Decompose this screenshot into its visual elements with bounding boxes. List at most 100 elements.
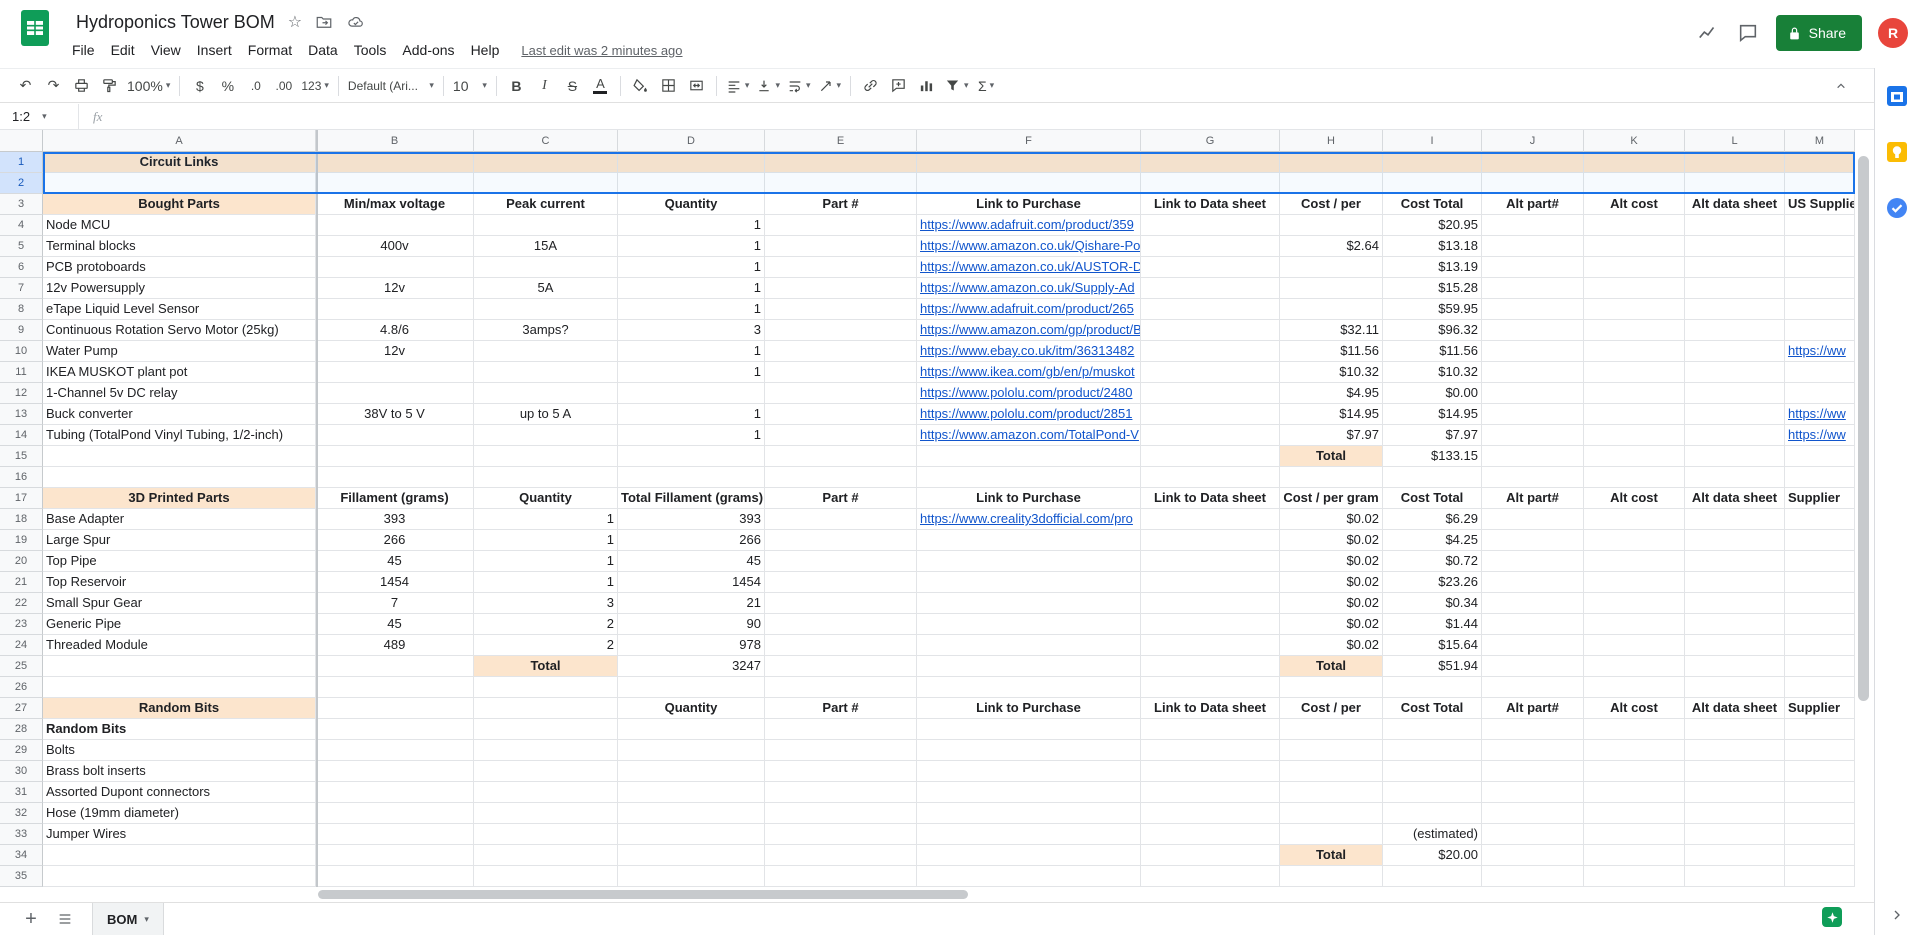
cell-A15[interactable]: [43, 446, 316, 467]
cell-G9[interactable]: [1141, 320, 1280, 341]
menu-insert[interactable]: Insert: [189, 39, 240, 61]
menu-file[interactable]: File: [64, 39, 103, 61]
cell-G16[interactable]: [1141, 467, 1280, 488]
cell-E30[interactable]: [765, 761, 917, 782]
cell-D33[interactable]: [618, 824, 765, 845]
cell-G24[interactable]: [1141, 635, 1280, 656]
cell-C13[interactable]: up to 5 A: [474, 404, 618, 425]
row-header-9[interactable]: 9: [0, 320, 43, 341]
cell-F5[interactable]: https://www.amazon.co.uk/Qishare-Po: [917, 236, 1141, 257]
cell-D18[interactable]: 393: [618, 509, 765, 530]
cell-G3[interactable]: Link to Data sheet: [1141, 194, 1280, 215]
cell-M5[interactable]: [1785, 236, 1855, 257]
cell-I17[interactable]: Cost Total: [1383, 488, 1482, 509]
cell-L4[interactable]: [1685, 215, 1785, 236]
cell-F8[interactable]: https://www.adafruit.com/product/265: [917, 299, 1141, 320]
cell-M22[interactable]: [1785, 593, 1855, 614]
cell-I7[interactable]: $15.28: [1383, 278, 1482, 299]
cell-I32[interactable]: [1383, 803, 1482, 824]
cell-K28[interactable]: [1584, 719, 1685, 740]
vertical-scrollbar[interactable]: [1858, 154, 1869, 887]
cell-H10[interactable]: $11.56: [1280, 341, 1383, 362]
cell-B32[interactable]: [316, 803, 474, 824]
bold-button[interactable]: B: [503, 73, 530, 99]
cell-L23[interactable]: [1685, 614, 1785, 635]
cell-E12[interactable]: [765, 383, 917, 404]
cell-K6[interactable]: [1584, 257, 1685, 278]
cell-E35[interactable]: [765, 866, 917, 887]
cell-A10[interactable]: Water Pump: [43, 341, 316, 362]
cell-C2[interactable]: [474, 173, 618, 194]
cell-B1[interactable]: [316, 152, 474, 173]
add-sheet-button[interactable]: +: [16, 908, 46, 931]
cell-K2[interactable]: [1584, 173, 1685, 194]
cell-J35[interactable]: [1482, 866, 1584, 887]
cell-K18[interactable]: [1584, 509, 1685, 530]
cell-J32[interactable]: [1482, 803, 1584, 824]
cell-L15[interactable]: [1685, 446, 1785, 467]
cell-D2[interactable]: [618, 173, 765, 194]
cell-C21[interactable]: 1: [474, 572, 618, 593]
cell-G20[interactable]: [1141, 551, 1280, 572]
cell-F24[interactable]: [917, 635, 1141, 656]
cell-K25[interactable]: [1584, 656, 1685, 677]
column-header-I[interactable]: I: [1383, 130, 1482, 152]
tasks-icon[interactable]: [1885, 196, 1909, 220]
cell-M34[interactable]: [1785, 845, 1855, 866]
cell-L12[interactable]: [1685, 383, 1785, 404]
more-formats-button[interactable]: 123 ▾: [298, 73, 332, 99]
keep-icon[interactable]: [1885, 140, 1909, 164]
row-header-29[interactable]: 29: [0, 740, 43, 761]
cell-J14[interactable]: [1482, 425, 1584, 446]
cell-H1[interactable]: [1280, 152, 1383, 173]
cell-J10[interactable]: [1482, 341, 1584, 362]
cell-F1[interactable]: [917, 152, 1141, 173]
cell-B5[interactable]: 400v: [316, 236, 474, 257]
row-header-11[interactable]: 11: [0, 362, 43, 383]
cell-A35[interactable]: [43, 866, 316, 887]
cell-F2[interactable]: [917, 173, 1141, 194]
paint-format-button[interactable]: [96, 73, 123, 99]
cell-I4[interactable]: $20.95: [1383, 215, 1482, 236]
cell-L16[interactable]: [1685, 467, 1785, 488]
cell-D28[interactable]: [618, 719, 765, 740]
cell-K4[interactable]: [1584, 215, 1685, 236]
column-header-B[interactable]: B: [316, 130, 474, 152]
cell-B18[interactable]: 393: [316, 509, 474, 530]
cell-I27[interactable]: Cost Total: [1383, 698, 1482, 719]
cell-B4[interactable]: [316, 215, 474, 236]
cell-I16[interactable]: [1383, 467, 1482, 488]
cell-E2[interactable]: [765, 173, 917, 194]
cell-J22[interactable]: [1482, 593, 1584, 614]
cell-C31[interactable]: [474, 782, 618, 803]
cell-J26[interactable]: [1482, 677, 1584, 698]
cell-I33[interactable]: (estimated): [1383, 824, 1482, 845]
cell-A20[interactable]: Top Pipe: [43, 551, 316, 572]
borders-button[interactable]: [655, 73, 682, 99]
select-all-corner[interactable]: [0, 130, 43, 152]
cell-I34[interactable]: $20.00: [1383, 845, 1482, 866]
last-edit-link[interactable]: Last edit was 2 minutes ago: [521, 43, 682, 58]
cell-C10[interactable]: [474, 341, 618, 362]
cell-J29[interactable]: [1482, 740, 1584, 761]
cell-C33[interactable]: [474, 824, 618, 845]
row-header-15[interactable]: 15: [0, 446, 43, 467]
cell-H34[interactable]: Total: [1280, 845, 1383, 866]
cell-J2[interactable]: [1482, 173, 1584, 194]
cell-B9[interactable]: 4.8/6: [316, 320, 474, 341]
cell-E33[interactable]: [765, 824, 917, 845]
cell-I1[interactable]: [1383, 152, 1482, 173]
cell-H23[interactable]: $0.02: [1280, 614, 1383, 635]
cloud-saved-icon[interactable]: [346, 13, 366, 31]
cell-C35[interactable]: [474, 866, 618, 887]
text-color-button[interactable]: A: [587, 73, 614, 99]
cell-M1[interactable]: [1785, 152, 1855, 173]
cell-A24[interactable]: Threaded Module: [43, 635, 316, 656]
name-box[interactable]: 1:2 ▾: [0, 104, 78, 129]
cell-I3[interactable]: Cost Total: [1383, 194, 1482, 215]
cell-I8[interactable]: $59.95: [1383, 299, 1482, 320]
cell-H33[interactable]: [1280, 824, 1383, 845]
menu-help[interactable]: Help: [463, 39, 508, 61]
move-folder-icon[interactable]: [315, 13, 333, 31]
cell-E1[interactable]: [765, 152, 917, 173]
